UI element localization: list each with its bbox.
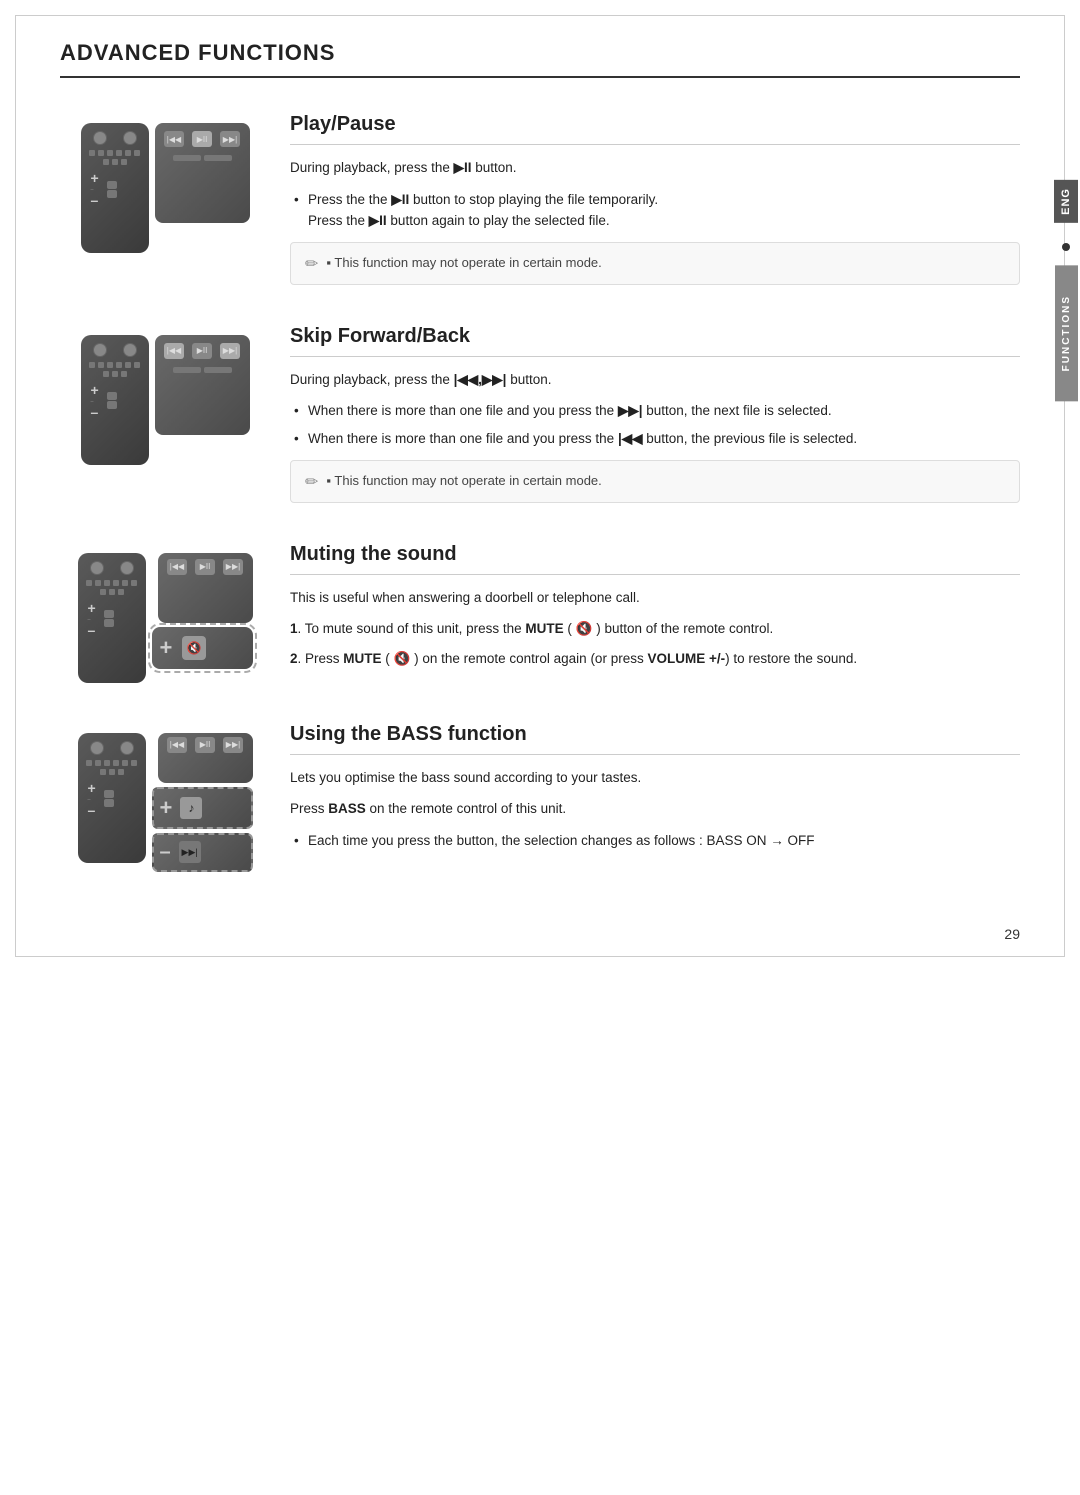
numbered-mute-1: 1. To mute sound of this unit, press the… xyxy=(290,618,1020,640)
remote-skip: + — – |◀◀ ▶II ▶▶| xyxy=(60,325,270,465)
note-icon-1: ✏ xyxy=(305,254,318,274)
volume-plus-large: + xyxy=(160,635,173,661)
section-content-bass: Using the BASS function Lets you optimis… xyxy=(270,723,1020,862)
remote-panel-dots-1 xyxy=(173,155,232,161)
skip-back-btn-3: |◀◀ xyxy=(167,559,187,575)
skip-fwd-btn-4: ▶▶| xyxy=(223,737,243,753)
remote-power-btn-3 xyxy=(90,561,104,575)
section-content-mute: Muting the sound This is useful when ans… xyxy=(270,543,1020,678)
remote-bass: + — – |◀◀ ▶II xyxy=(60,723,270,872)
skip-back-btn-2: |◀◀ xyxy=(164,343,184,359)
numbered-mute: 1. To mute sound of this unit, press the… xyxy=(290,618,1020,669)
skip-fwd-btn: ▶▶| xyxy=(220,131,240,147)
page-header: ADVANCED FUNCTIONS xyxy=(60,40,1020,78)
section-content-skip: Skip Forward/Back During playback, press… xyxy=(270,325,1020,503)
mute-btn-large: 🔇 xyxy=(182,636,206,660)
bass-note-btn: ♪ xyxy=(180,797,202,819)
remote-f-btn-3 xyxy=(120,561,134,575)
right-sidebar: ENG FUNCTIONS xyxy=(1052,180,1080,401)
remote-body-2: + — – xyxy=(81,335,149,465)
remote-power-btn-2 xyxy=(93,343,107,357)
remote-dots-4 xyxy=(85,760,139,775)
bullets-skip: When there is more than one file and you… xyxy=(290,400,1020,449)
transport-row-3: |◀◀ ▶II ▶▶| xyxy=(167,559,243,575)
section-title-bass: Using the BASS function xyxy=(290,723,1020,755)
remote-body-3: + — – xyxy=(78,553,146,683)
section-bass: + — – |◀◀ ▶II xyxy=(60,723,1020,872)
bass-highlight-area-2: – ▶▶| xyxy=(152,833,253,872)
skip-fwd-btn-3: ▶▶| xyxy=(223,559,243,575)
desc-skip-main: During playback, press the |◀◀,▶▶| butto… xyxy=(290,369,1020,391)
remote-panel-4-top: |◀◀ ▶II ▶▶| xyxy=(158,733,253,783)
skip-fwd-btn-2: ▶▶| xyxy=(220,343,240,359)
remote-body-1: + — – xyxy=(81,123,149,253)
note-text-play-pause: ▪ This function may not operate in certa… xyxy=(326,253,601,273)
bullets-bass: Each time you press the button, the sele… xyxy=(290,830,1020,852)
play-pause-btn-3: ▶II xyxy=(195,559,215,575)
remote-panel-1: |◀◀ ▶II ▶▶| xyxy=(155,123,250,223)
desc-bass-main: Lets you optimise the bass sound accordi… xyxy=(290,767,1020,789)
bass-highlight-area: + ♪ xyxy=(152,787,253,829)
bass-panel-container: |◀◀ ▶II ▶▶| + ♪ – ▶▶| xyxy=(152,733,253,872)
section-content-play-pause: Play/Pause During playback, press the ▶I… xyxy=(270,113,1020,285)
remote-panel-3-top: |◀◀ ▶II ▶▶| xyxy=(158,553,253,623)
play-pause-btn-2: ▶II xyxy=(192,343,212,359)
bullet-bass-1: Each time you press the button, the sele… xyxy=(290,830,1020,852)
section-title-skip: Skip Forward/Back xyxy=(290,325,1020,357)
skip-back-btn-4: |◀◀ xyxy=(167,737,187,753)
remote-body-4: + — – xyxy=(78,733,146,863)
section-play-pause: + — – |◀◀ ▶II ▶▶| xyxy=(60,113,1020,285)
skip-back-btn: |◀◀ xyxy=(164,131,184,147)
page-title: ADVANCED FUNCTIONS xyxy=(60,40,1020,66)
transport-row-4: |◀◀ ▶II ▶▶| xyxy=(167,737,243,753)
note-text-skip: ▪ This function may not operate in certa… xyxy=(326,471,601,491)
remote-power-btn xyxy=(93,131,107,145)
bullet-skip-1: When there is more than one file and you… xyxy=(290,400,1020,422)
section-skip: + — – |◀◀ ▶II ▶▶| xyxy=(60,325,1020,503)
note-play-pause: ✏ ▪ This function may not operate in cer… xyxy=(290,242,1020,285)
play-pause-btn: ▶II xyxy=(192,131,212,147)
desc-mute-main: This is useful when answering a doorbell… xyxy=(290,587,1020,609)
note-icon-2: ✏ xyxy=(305,472,318,492)
remote-power-btn-4 xyxy=(90,741,104,755)
transport-row-2: |◀◀ ▶II ▶▶| xyxy=(164,343,240,359)
page-number: 29 xyxy=(1004,926,1020,942)
remote-dots-2 xyxy=(88,362,142,377)
section-title-mute: Muting the sound xyxy=(290,543,1020,575)
sidebar-eng: ENG xyxy=(1054,180,1078,223)
remote-dots-3 xyxy=(85,580,139,595)
section-mute: + — – |◀◀ ▶II xyxy=(60,543,1020,683)
bass-minus: – xyxy=(160,841,171,864)
remote-f-btn-4 xyxy=(120,741,134,755)
remote-dots-1 xyxy=(88,150,142,165)
mute-highlight-box: + 🔇 xyxy=(152,627,253,669)
bullets-play-pause: Press the the ▶II button to stop playing… xyxy=(290,189,1020,232)
bass-plus: + xyxy=(160,795,173,821)
bullet-skip-2: When there is more than one file and you… xyxy=(290,428,1020,450)
remote-panel-dots-2 xyxy=(173,367,232,373)
remote-mute: + — – |◀◀ ▶II xyxy=(60,543,270,683)
bass-skip-btn: ▶▶| xyxy=(179,841,201,863)
remote-f-btn xyxy=(123,131,137,145)
desc-bass-2: Press BASS on the remote control of this… xyxy=(290,798,1020,820)
page-wrapper: ENG FUNCTIONS ADVANCED FUNCTIONS xyxy=(0,0,1080,972)
numbered-mute-2: 2. Press MUTE ( 🔇 ) on the remote contro… xyxy=(290,648,1020,670)
note-skip: ✏ ▪ This function may not operate in cer… xyxy=(290,460,1020,503)
bullet-play-pause-1: Press the the ▶II button to stop playing… xyxy=(290,189,1020,232)
section-title-play-pause: Play/Pause xyxy=(290,113,1020,145)
remote-panel-2: |◀◀ ▶II ▶▶| xyxy=(155,335,250,435)
desc-play-pause-main: During playback, press the ▶II button. xyxy=(290,157,1020,179)
sidebar-dot xyxy=(1062,243,1070,251)
play-pause-btn-4: ▶II xyxy=(195,737,215,753)
transport-row-1: |◀◀ ▶II ▶▶| xyxy=(164,131,240,147)
remote-play-pause: + — – |◀◀ ▶II ▶▶| xyxy=(60,113,270,253)
sidebar-functions: FUNCTIONS xyxy=(1055,265,1078,401)
remote-f-btn-2 xyxy=(123,343,137,357)
